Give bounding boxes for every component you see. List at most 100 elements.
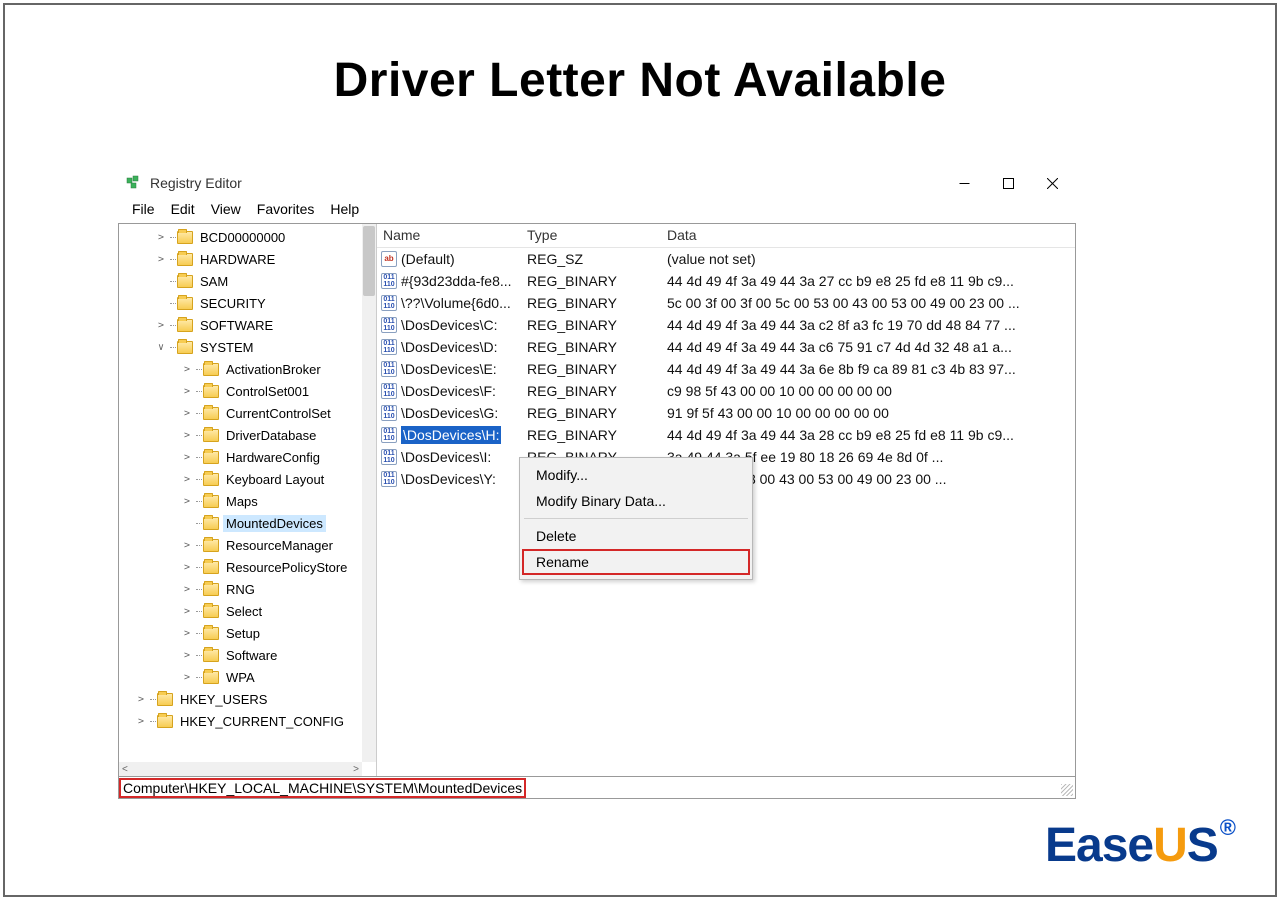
value-type: REG_BINARY (521, 339, 661, 355)
tree-item-hardwareconfig[interactable]: >HardwareConfig (119, 446, 362, 468)
chevron-right-icon[interactable]: > (179, 540, 195, 551)
tree-item-software[interactable]: >Software (119, 644, 362, 666)
tree-item-resourcemanager[interactable]: >ResourceManager (119, 534, 362, 556)
value-type: REG_BINARY (521, 405, 661, 421)
binary-value-icon: 011110 (381, 383, 397, 399)
chevron-right-icon[interactable]: > (153, 232, 169, 243)
chevron-right-icon[interactable]: > (179, 562, 195, 573)
status-path: Computer\HKEY_LOCAL_MACHINE\SYSTEM\Mount… (119, 778, 526, 798)
value-name: \DosDevices\Y: (401, 471, 496, 487)
value-row[interactable]: 011110\DosDevices\H:REG_BINARY44 4d 49 4… (377, 424, 1075, 446)
chevron-down-icon[interactable]: ∨ (153, 342, 169, 353)
tree-horizontal-scrollbar[interactable]: <> (119, 762, 362, 776)
list-header[interactable]: Name Type Data (377, 224, 1075, 248)
resize-grip-icon[interactable] (1061, 784, 1073, 796)
tree-item-maps[interactable]: >Maps (119, 490, 362, 512)
value-row[interactable]: 011110\DosDevices\C:REG_BINARY44 4d 49 4… (377, 314, 1075, 336)
chevron-right-icon[interactable]: > (179, 496, 195, 507)
tree-item-sam[interactable]: SAM (119, 270, 362, 292)
chevron-right-icon[interactable]: > (179, 474, 195, 485)
col-data[interactable]: Data (661, 224, 1075, 247)
chevron-right-icon[interactable]: > (179, 430, 195, 441)
tree-item-hardware[interactable]: >HARDWARE (119, 248, 362, 270)
chevron-right-icon[interactable]: > (179, 672, 195, 683)
tree-item-rng[interactable]: >RNG (119, 578, 362, 600)
value-name: \DosDevices\D: (401, 339, 497, 355)
tree-item-activationbroker[interactable]: >ActivationBroker (119, 358, 362, 380)
chevron-right-icon[interactable]: > (179, 628, 195, 639)
tree-item-wpa[interactable]: >WPA (119, 666, 362, 688)
tree-vertical-scrollbar[interactable] (362, 224, 376, 762)
tree-item-label: Keyboard Layout (223, 471, 327, 488)
value-type: REG_BINARY (521, 361, 661, 377)
value-row[interactable]: 011110\??\Volume{6d0...REG_BINARY5c 00 3… (377, 292, 1075, 314)
chevron-right-icon[interactable]: > (153, 254, 169, 265)
chevron-right-icon[interactable]: > (133, 694, 149, 705)
folder-icon (203, 583, 219, 596)
menu-modify-binary[interactable]: Modify Binary Data... (522, 488, 750, 514)
maximize-button[interactable] (986, 169, 1030, 197)
chevron-right-icon[interactable]: > (179, 650, 195, 661)
col-name[interactable]: Name (377, 224, 521, 247)
chevron-right-icon[interactable]: > (133, 716, 149, 727)
chevron-right-icon[interactable]: > (179, 386, 195, 397)
value-name: \DosDevices\I: (401, 449, 491, 465)
tree-item-driverdatabase[interactable]: >DriverDatabase (119, 424, 362, 446)
tree-item-controlset001[interactable]: >ControlSet001 (119, 380, 362, 402)
value-row[interactable]: 011110\DosDevices\D:REG_BINARY44 4d 49 4… (377, 336, 1075, 358)
tree-item-mounteddevices[interactable]: MountedDevices (119, 512, 362, 534)
value-data: 44 4d 49 4f 3a 49 44 3a 27 cc b9 e8 25 f… (661, 273, 1075, 289)
folder-icon (203, 539, 219, 552)
chevron-right-icon[interactable]: > (153, 320, 169, 331)
value-name: \DosDevices\C: (401, 317, 497, 333)
chevron-right-icon[interactable]: > (179, 452, 195, 463)
value-type: REG_BINARY (521, 427, 661, 443)
value-row[interactable]: 011110\DosDevices\F:REG_BINARYc9 98 5f 4… (377, 380, 1075, 402)
tree-item-hkey-users[interactable]: > HKEY_USERS (119, 688, 362, 710)
value-type: REG_BINARY (521, 295, 661, 311)
tree-item-currentcontrolset[interactable]: >CurrentControlSet (119, 402, 362, 424)
col-type[interactable]: Type (521, 224, 661, 247)
folder-icon (203, 495, 219, 508)
tree-item-hkey-current-config[interactable]: >HKEY_CURRENT_CONFIG (119, 710, 362, 732)
binary-value-icon: 011110 (381, 339, 397, 355)
tree-item-label: SECURITY (197, 295, 269, 312)
binary-value-icon: 011110 (381, 471, 397, 487)
value-row[interactable]: 011110\DosDevices\G:REG_BINARY91 9f 5f 4… (377, 402, 1075, 424)
window-title: Registry Editor (150, 175, 242, 191)
tree-item-select[interactable]: >Select (119, 600, 362, 622)
tree-item-label: HKEY_USERS (177, 691, 270, 708)
menu-help[interactable]: Help (324, 201, 365, 217)
tree-item-keyboard-layout[interactable]: > Keyboard Layout (119, 468, 362, 490)
close-button[interactable] (1030, 169, 1074, 197)
menu-view[interactable]: View (205, 201, 247, 217)
menu-edit[interactable]: Edit (165, 201, 201, 217)
value-data: (value not set) (661, 251, 1075, 267)
menu-favorites[interactable]: Favorites (251, 201, 321, 217)
menu-modify[interactable]: Modify... (522, 462, 750, 488)
value-row[interactable]: ab(Default)REG_SZ(value not set) (377, 248, 1075, 270)
value-row[interactable]: 011110\DosDevices\E:REG_BINARY44 4d 49 4… (377, 358, 1075, 380)
chevron-right-icon[interactable]: > (179, 584, 195, 595)
minimize-button[interactable] (942, 169, 986, 197)
chevron-right-icon[interactable]: > (179, 606, 195, 617)
chevron-right-icon[interactable]: > (179, 364, 195, 375)
tree-item-resourcepolicystore[interactable]: >ResourcePolicyStore (119, 556, 362, 578)
menu-file[interactable]: File (126, 201, 161, 217)
menu-delete[interactable]: Delete (522, 523, 750, 549)
chevron-right-icon[interactable]: > (179, 408, 195, 419)
tree-item-setup[interactable]: >Setup (119, 622, 362, 644)
folder-icon (203, 385, 219, 398)
value-data: 44 4d 49 4f 3a 49 44 3a c2 8f a3 fc 19 7… (661, 317, 1075, 333)
string-value-icon: ab (381, 251, 397, 267)
folder-icon (177, 297, 193, 310)
tree-item-security[interactable]: SECURITY (119, 292, 362, 314)
tree-item-bcd00000000[interactable]: >BCD00000000 (119, 226, 362, 248)
tree-item-system[interactable]: ∨SYSTEM (119, 336, 362, 358)
folder-icon (203, 561, 219, 574)
folder-icon (203, 407, 219, 420)
tree-item-software[interactable]: >SOFTWARE (119, 314, 362, 336)
statusbar: Computer\HKEY_LOCAL_MACHINE\SYSTEM\Mount… (118, 777, 1076, 799)
value-row[interactable]: 011110#{93d23dda-fe8...REG_BINARY44 4d 4… (377, 270, 1075, 292)
menu-rename[interactable]: Rename (522, 549, 750, 575)
